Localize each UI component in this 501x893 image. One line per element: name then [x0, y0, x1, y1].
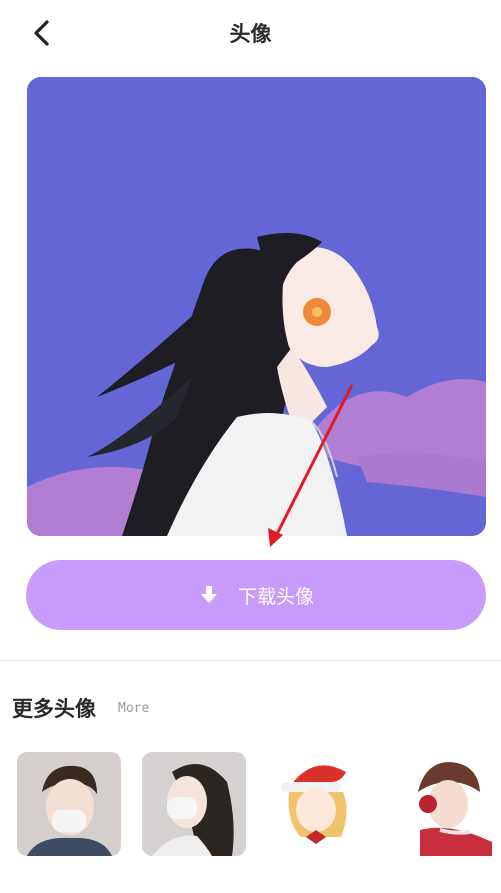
- avatar-thumb-boy-mask[interactable]: [17, 752, 121, 856]
- avatar-thumb-girl-mask[interactable]: [142, 752, 246, 856]
- download-arrow-icon: [200, 586, 217, 603]
- section-divider: [0, 660, 501, 661]
- more-avatars-list: [0, 752, 501, 893]
- download-button-label: 下载头像: [237, 585, 314, 608]
- more-avatars-title: 更多头像: [12, 697, 96, 721]
- header: 头像: [0, 0, 501, 66]
- avatar-preview-image: [27, 77, 486, 536]
- page-title: 头像: [229, 22, 272, 46]
- avatar-thumb-christmas-boy[interactable]: [400, 752, 501, 856]
- avatar-thumb-christmas-girl[interactable]: [271, 752, 375, 856]
- download-avatar-button[interactable]: 下载头像: [26, 560, 486, 630]
- more-avatars-subtitle: More: [118, 701, 150, 716]
